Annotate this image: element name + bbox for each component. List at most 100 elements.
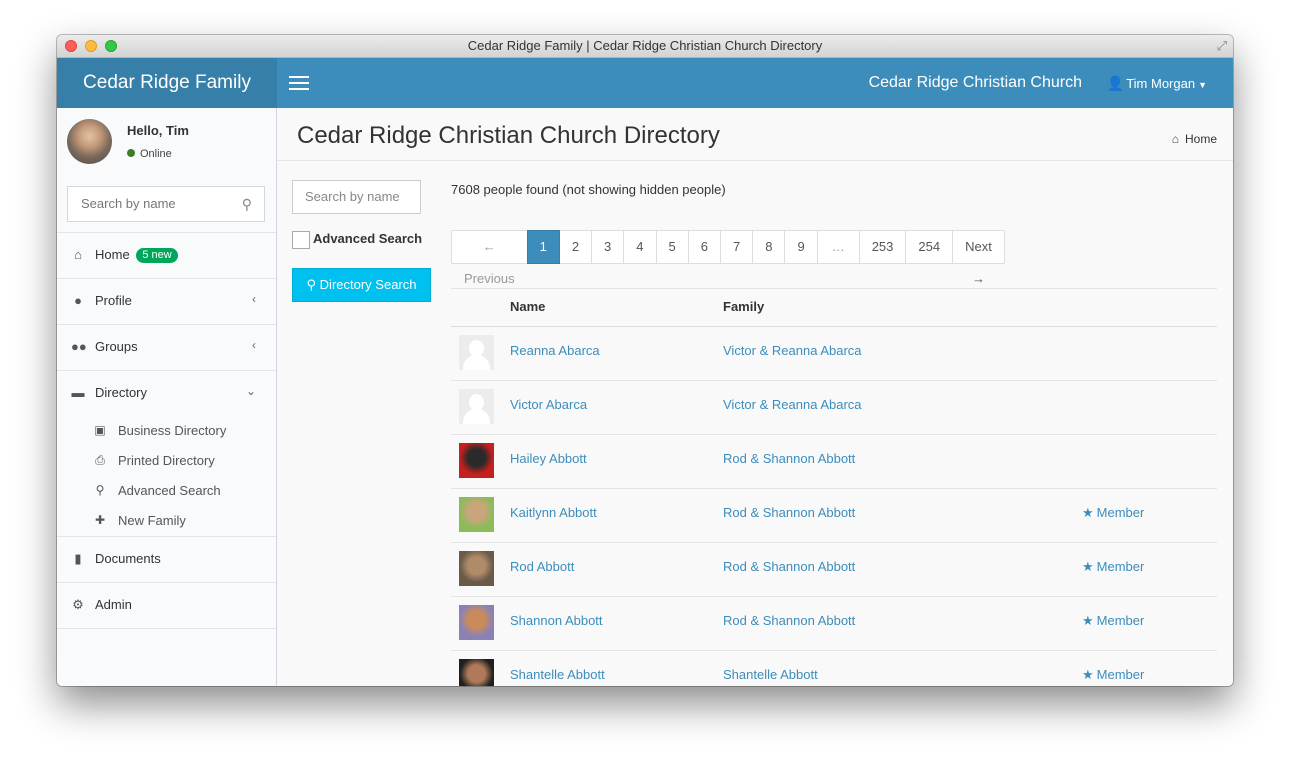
pagination-page[interactable]: 7 xyxy=(719,230,754,264)
submenu-advanced-search[interactable]: ⚲ Advanced Search xyxy=(57,477,276,507)
table-row: Victor Abarca Victor & Reanna Abarca xyxy=(451,381,1217,435)
briefcase-icon: ▣ xyxy=(94,423,106,437)
pagination-page[interactable]: 1 xyxy=(526,230,560,264)
directory-search-button[interactable]: ⚲ Directory Search xyxy=(292,268,431,302)
star-icon: ★ xyxy=(1082,505,1094,520)
sidebar-toggle-icon[interactable] xyxy=(289,76,309,90)
star-icon: ★ xyxy=(1082,667,1094,682)
member-badge[interactable]: ★ Member xyxy=(1082,613,1144,629)
sidebar-item-groups[interactable]: ●● Groups ‹ xyxy=(57,325,276,370)
pagination-page[interactable]: 2 xyxy=(558,230,593,264)
star-icon: ★ xyxy=(1082,613,1094,628)
pagination-previous[interactable]: ← Previous xyxy=(451,230,528,286)
directory-table: Name Family Reanna Abarca Victor & Reanna… xyxy=(451,288,1217,686)
content-header: Cedar Ridge Christian Church Directory ⌂… xyxy=(277,108,1233,161)
table-row: Rod Abbott Rod & Shannon Abbott ★ Member xyxy=(451,543,1217,597)
directory-search-input[interactable]: Search by name xyxy=(292,180,421,214)
user-panel: Hello, Tim Online xyxy=(57,108,276,184)
archive-icon: ▬ xyxy=(71,385,85,400)
sidebar-item-admin[interactable]: ⚙ Admin xyxy=(57,583,276,628)
star-icon: ★ xyxy=(1082,559,1094,574)
pagination-next[interactable]: Next → xyxy=(952,230,1005,286)
advanced-search-checkbox[interactable] xyxy=(292,231,310,249)
person-name-link[interactable]: Hailey Abbott xyxy=(510,451,587,466)
family-name-link[interactable]: Shantelle Abbott xyxy=(723,667,818,682)
member-badge[interactable]: ★ Member xyxy=(1082,505,1144,521)
table-row: Kaitlynn Abbott Rod & Shannon Abbott ★ Memb… xyxy=(451,489,1217,543)
online-status: Online xyxy=(127,148,172,160)
person-photo[interactable] xyxy=(459,497,494,532)
sidebar-item-home[interactable]: ⌂ Home 5 new xyxy=(57,233,276,278)
submenu-business-directory[interactable]: ▣ Business Directory xyxy=(57,417,276,447)
family-name-link[interactable]: Victor & Reanna Abarca xyxy=(723,397,862,412)
sidebar-item-directory[interactable]: ▬ Directory ⌄ xyxy=(57,371,276,416)
window-title: Cedar Ridge Family | Cedar Ridge Christi… xyxy=(467,38,823,53)
search-icon[interactable]: ⚲ xyxy=(242,187,252,221)
pagination-ellipsis: … xyxy=(816,230,860,264)
pagination-page[interactable]: 6 xyxy=(687,230,721,264)
family-name-link[interactable]: Rod & Shannon Abbott xyxy=(723,451,855,466)
member-badge[interactable]: ★ Member xyxy=(1082,667,1144,683)
search-icon: ⚲ xyxy=(95,483,105,497)
placeholder-avatar[interactable] xyxy=(459,335,494,370)
print-icon: ⎙ xyxy=(95,453,105,467)
pagination-page[interactable]: 254 xyxy=(905,230,954,264)
results-count: 7608 people found (not showing hidden pe… xyxy=(451,182,726,197)
sidebar-item-profile[interactable]: ● Profile ‹ xyxy=(57,279,276,324)
pagination-page[interactable]: 5 xyxy=(655,230,689,264)
table-header: Name Family xyxy=(451,288,1217,327)
pagination-page[interactable]: 253 xyxy=(858,230,907,264)
home-icon: ⌂ xyxy=(1171,132,1179,146)
table-row: Hailey Abbott Rod & Shannon Abbott xyxy=(451,435,1217,489)
table-row: Shantelle Abbott Shantelle Abbott ★ Member xyxy=(451,651,1217,686)
user-menu[interactable]: 👤 Tim Morgan ▼ xyxy=(1107,58,1207,110)
person-name-link[interactable]: Shannon Abbott xyxy=(510,613,603,628)
pagination-page[interactable]: 9 xyxy=(784,230,818,264)
person-name-link[interactable]: Rod Abbott xyxy=(510,559,574,574)
family-name-link[interactable]: Rod & Shannon Abbott xyxy=(723,505,855,520)
person-name-link[interactable]: Reanna Abarca xyxy=(510,343,600,358)
person-name-link[interactable]: Victor Abarca xyxy=(510,397,587,412)
breadcrumb[interactable]: ⌂ Home xyxy=(1172,132,1217,146)
user-icon: 👤 xyxy=(1106,75,1125,91)
person-name-link[interactable]: Shantelle Abbott xyxy=(510,667,605,682)
person-name-link[interactable]: Kaitlynn Abbott xyxy=(510,505,597,520)
member-badge[interactable]: ★ Member xyxy=(1082,559,1144,575)
table-row: Shannon Abbott Rod & Shannon Abbott ★ Membe… xyxy=(451,597,1217,651)
user-name: Tim Morgan xyxy=(1126,76,1196,91)
fullscreen-icon[interactable]: ⤢ xyxy=(1217,38,1227,54)
sidebar: Hello, Tim Online Search by name ⚲ ⌂ Hom… xyxy=(57,108,277,686)
sidebar-search-input[interactable]: Search by name ⚲ xyxy=(67,186,265,222)
person-photo[interactable] xyxy=(459,605,494,640)
main-content: Cedar Ridge Christian Church Directory ⌂… xyxy=(277,108,1233,686)
submenu-printed-directory[interactable]: ⎙ Printed Directory xyxy=(57,447,276,477)
church-name-link[interactable]: Cedar Ridge Christian Church xyxy=(869,58,1082,108)
sidebar-item-documents[interactable]: ▮ Documents xyxy=(57,537,276,582)
placeholder-avatar[interactable] xyxy=(459,389,494,424)
column-header-name[interactable]: Name xyxy=(510,299,545,314)
online-dot-icon xyxy=(127,149,135,157)
plus-icon: ✚ xyxy=(94,513,106,527)
new-count-badge: 5 new xyxy=(136,248,178,263)
family-name-link[interactable]: Victor & Reanna Abarca xyxy=(723,343,862,358)
submenu-new-family[interactable]: ✚ New Family xyxy=(57,507,276,537)
pagination-page[interactable]: 8 xyxy=(752,230,786,264)
family-name-link[interactable]: Rod & Shannon Abbott xyxy=(723,613,855,628)
brand-logo[interactable]: Cedar Ridge Family xyxy=(57,58,277,108)
person-photo[interactable] xyxy=(459,443,494,478)
pagination-page[interactable]: 4 xyxy=(623,230,657,264)
person-photo[interactable] xyxy=(459,551,494,586)
family-name-link[interactable]: Rod & Shannon Abbott xyxy=(723,559,855,574)
pagination-page[interactable]: 3 xyxy=(591,230,625,264)
chevron-left-icon: ‹ xyxy=(252,292,256,306)
table-row: Reanna Abarca Victor & Reanna Abarca xyxy=(451,327,1217,381)
advanced-search-label[interactable]: Advanced Search xyxy=(313,231,422,246)
top-navbar: Cedar Ridge Family Cedar Ridge Christian… xyxy=(57,58,1233,108)
chevron-left-icon: ‹ xyxy=(252,338,256,352)
page-title: Cedar Ridge Christian Church Directory xyxy=(297,122,720,149)
column-header-family[interactable]: Family xyxy=(723,299,764,314)
caret-down-icon: ▼ xyxy=(1198,80,1207,90)
person-photo[interactable] xyxy=(459,659,494,686)
user-icon: ● xyxy=(74,293,82,308)
file-icon: ▮ xyxy=(74,551,82,566)
